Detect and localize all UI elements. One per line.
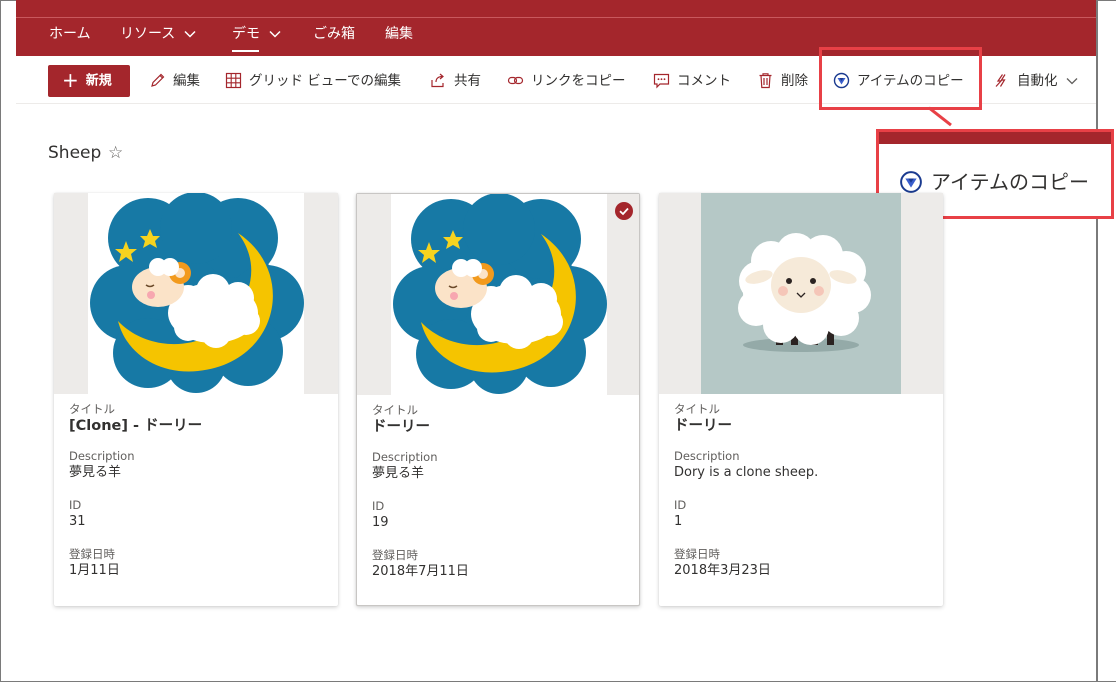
field-label: タイトル bbox=[372, 403, 418, 417]
field-value: 夢見る羊 bbox=[372, 466, 425, 481]
nav-item-label: ごみ箱 bbox=[313, 26, 355, 42]
gallery-card[interactable]: タイトル ドーリー Description 夢見る羊 ID 19 登録日時 20… bbox=[356, 193, 640, 606]
share-icon bbox=[430, 72, 447, 89]
chevron-down-icon bbox=[184, 24, 196, 44]
sleeping-sheep-image bbox=[88, 193, 304, 394]
chevron-down-icon bbox=[1066, 71, 1078, 91]
field-label: タイトル bbox=[69, 402, 115, 416]
automate-button[interactable]: 自動化 bbox=[993, 71, 1078, 91]
callout-text: アイテムのコピー bbox=[899, 166, 1089, 196]
card-fields: タイトル [Clone] - ドーリー Description 夢見る羊 ID … bbox=[69, 401, 329, 595]
field-label: 登録日時 bbox=[69, 547, 115, 561]
chevron-down-icon bbox=[269, 24, 281, 44]
comment-button[interactable]: コメント bbox=[653, 71, 731, 91]
window-edge bbox=[1096, 0, 1098, 682]
grid-edit-label: グリッド ビューでの編集 bbox=[249, 73, 401, 89]
edit-label: 編集 bbox=[173, 73, 200, 89]
page-title: Sheep bbox=[48, 143, 102, 163]
callout-header-bar bbox=[879, 132, 1111, 144]
standing-sheep-image bbox=[701, 193, 901, 394]
field-value: 2018年3月23日 bbox=[674, 563, 771, 578]
nav-item-resources[interactable]: リソース bbox=[120, 24, 196, 44]
nav-item-demo[interactable]: デモ bbox=[232, 24, 281, 52]
callout-label: アイテムのコピー bbox=[931, 170, 1089, 194]
star-outline-icon[interactable]: ☆ bbox=[108, 143, 123, 163]
gallery-card[interactable]: タイトル ドーリー Description Dory is a clone sh… bbox=[659, 193, 943, 606]
field-label: ID bbox=[372, 499, 385, 513]
card-fields: タイトル ドーリー Description Dory is a clone sh… bbox=[674, 401, 934, 595]
selected-check-icon[interactable] bbox=[615, 202, 633, 220]
link-icon bbox=[507, 72, 524, 89]
nav-item-label: リソース bbox=[120, 26, 176, 42]
field-value: 1 bbox=[674, 514, 683, 529]
share-label: 共有 bbox=[454, 73, 481, 89]
nav-item-label: 編集 bbox=[385, 26, 413, 42]
card-thumbnail bbox=[659, 193, 943, 394]
delete-button[interactable]: 削除 bbox=[757, 71, 808, 91]
field-label: Description bbox=[372, 450, 438, 464]
card-title: [Clone] - ドーリー bbox=[69, 418, 203, 434]
card-fields: タイトル ドーリー Description 夢見る羊 ID 19 登録日時 20… bbox=[372, 402, 632, 596]
field-value: 2018年7月11日 bbox=[372, 564, 469, 579]
field-value: Dory is a clone sheep. bbox=[674, 465, 819, 480]
field-label: ID bbox=[69, 498, 82, 512]
nav-item-home[interactable]: ホーム bbox=[49, 24, 91, 44]
highlight-box bbox=[819, 47, 982, 110]
field-label: Description bbox=[674, 449, 740, 463]
automate-label: 自動化 bbox=[1017, 73, 1058, 89]
new-button-label: 新規 bbox=[85, 73, 112, 89]
nav-item-recycle-bin[interactable]: ごみ箱 bbox=[313, 24, 355, 44]
field-value: 夢見る羊 bbox=[69, 465, 122, 480]
pencil-icon bbox=[149, 72, 166, 89]
copy-link-label: リンクをコピー bbox=[531, 73, 626, 89]
card-thumbnail bbox=[54, 193, 338, 394]
field-label: ID bbox=[674, 498, 687, 512]
card-thumbnail bbox=[357, 194, 639, 395]
comment-label: コメント bbox=[677, 73, 731, 89]
nav-item-label: ホーム bbox=[49, 26, 91, 42]
comment-icon bbox=[653, 72, 670, 89]
delete-label: 削除 bbox=[781, 73, 808, 89]
field-value: 31 bbox=[69, 514, 86, 529]
copy-item-icon bbox=[899, 170, 923, 194]
field-value: 19 bbox=[372, 515, 389, 530]
nav-item-edit[interactable]: 編集 bbox=[385, 24, 413, 44]
card-title: ドーリー bbox=[372, 419, 430, 435]
nav-item-label: デモ bbox=[232, 26, 260, 42]
gallery-card[interactable]: タイトル [Clone] - ドーリー Description 夢見る羊 ID … bbox=[54, 193, 338, 606]
field-value: 1月11日 bbox=[69, 563, 120, 578]
field-label: 登録日時 bbox=[372, 548, 418, 562]
grid-icon bbox=[225, 72, 242, 89]
edit-button[interactable]: 編集 bbox=[149, 71, 200, 91]
sleeping-sheep-image bbox=[391, 194, 607, 395]
trash-icon bbox=[757, 72, 774, 89]
flow-icon bbox=[993, 72, 1010, 89]
plus-icon: + bbox=[62, 68, 79, 92]
copy-link-button[interactable]: リンクをコピー bbox=[507, 71, 626, 91]
share-button[interactable]: 共有 bbox=[430, 71, 481, 91]
field-label: 登録日時 bbox=[674, 547, 720, 561]
card-title: ドーリー bbox=[674, 418, 732, 434]
nav-divider bbox=[16, 17, 1096, 18]
grid-edit-button[interactable]: グリッド ビューでの編集 bbox=[225, 71, 401, 91]
field-label: Description bbox=[69, 449, 135, 463]
field-label: タイトル bbox=[674, 402, 720, 416]
new-button[interactable]: + 新規 bbox=[48, 65, 130, 97]
